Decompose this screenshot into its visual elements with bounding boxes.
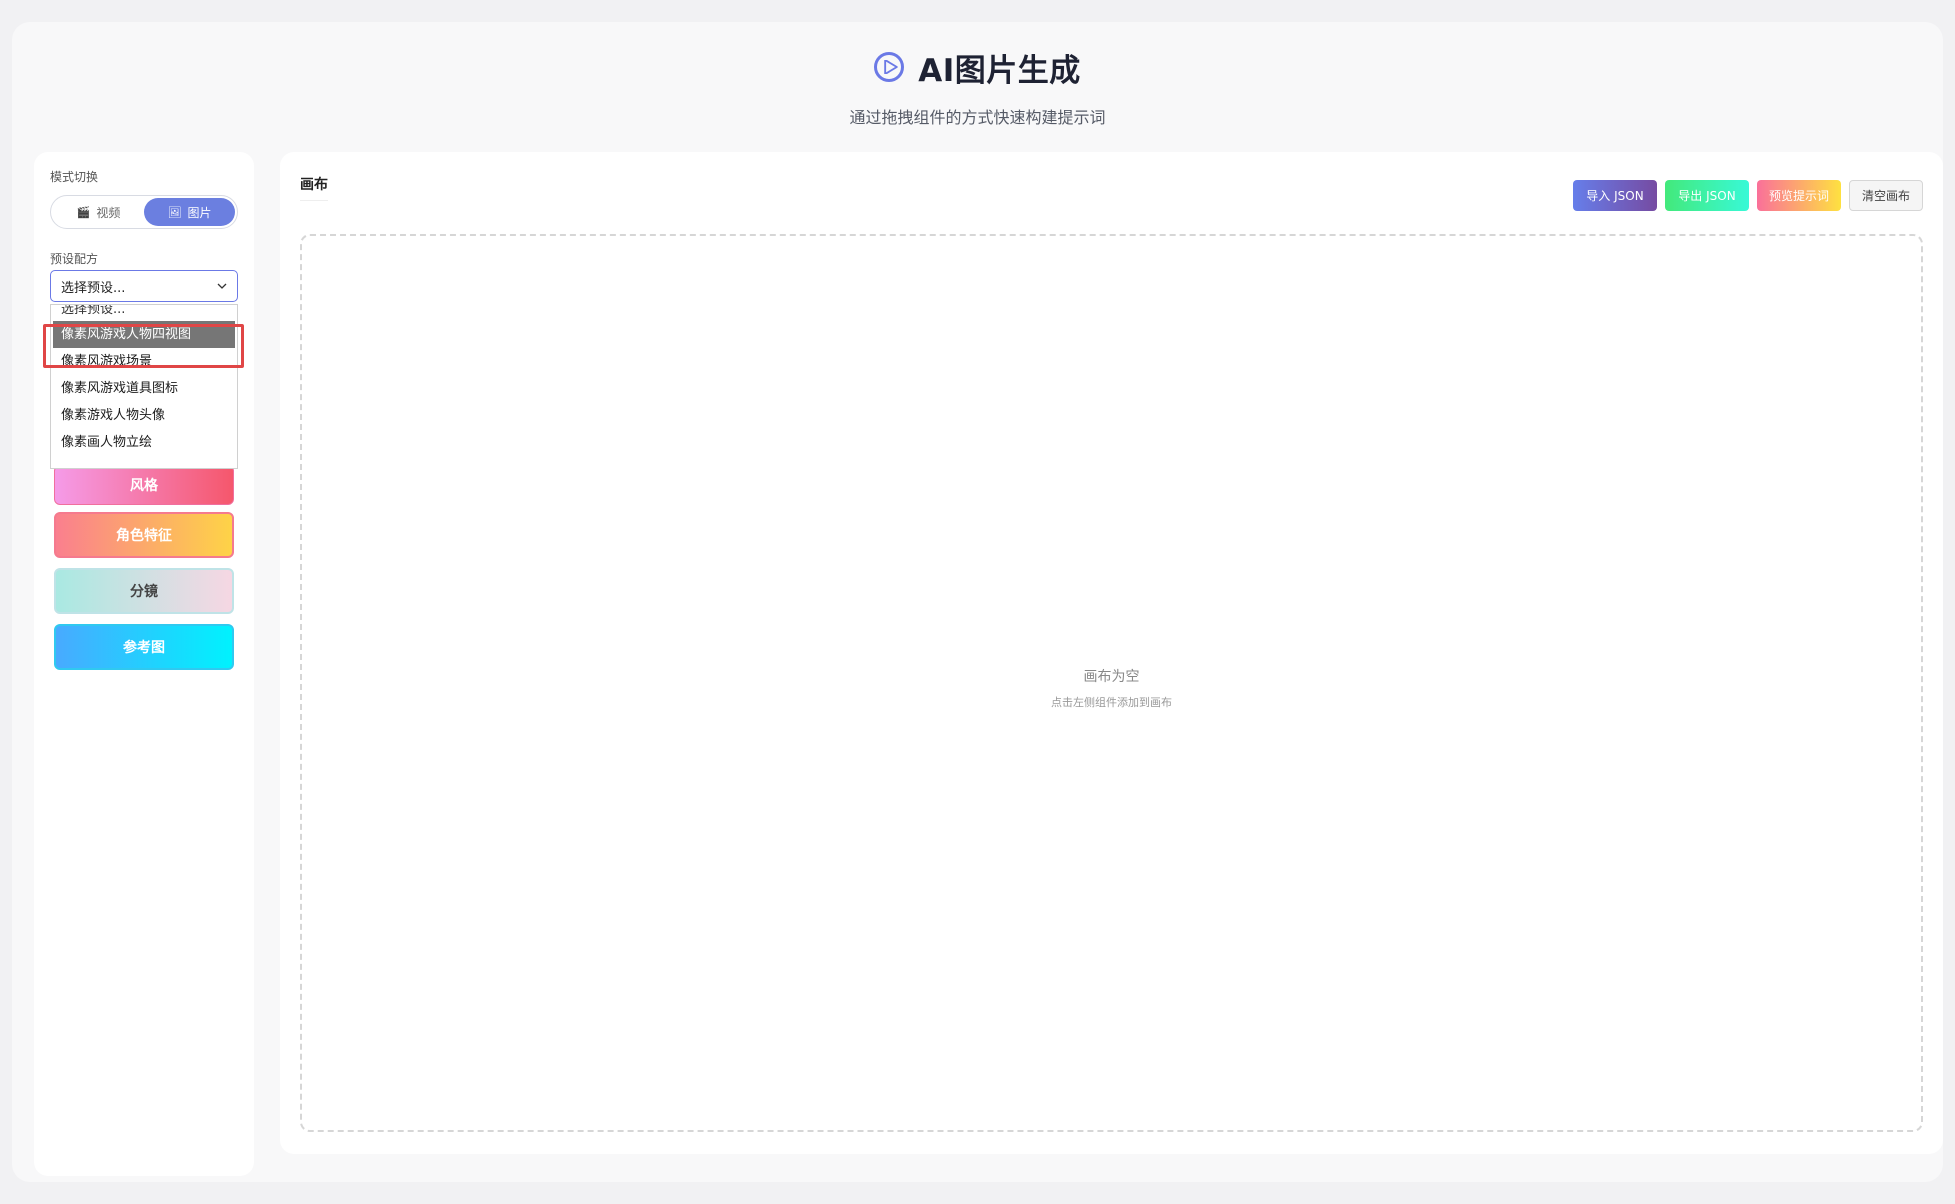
export-json-button[interactable]: 导出 JSON [1665, 180, 1749, 211]
clapper-icon: 🎬 [76, 205, 91, 219]
mode-image-option[interactable]: 🖼 图片 [144, 198, 235, 226]
preset-option[interactable]: 像素画人物立绘 [51, 429, 237, 456]
sidebar: 模式切换 🎬 视频 🖼 图片 预设配方 选择预设... 选择预设... 像素风游… [34, 152, 254, 1176]
preset-label: 预设配方 [50, 252, 99, 266]
preset-select[interactable]: 选择预设... [50, 270, 238, 302]
main-panel: 画布 导入 JSON 导出 JSON 预览提示词 清空画布 画布为空 点击左侧组… [280, 152, 1943, 1154]
mode-switch-label: 模式切换 [50, 170, 99, 184]
app-window: AI图片生成 通过拖拽组件的方式快速构建提示词 模式切换 🎬 视频 🖼 图片 预… [12, 22, 1943, 1182]
canvas-toolbar: 导入 JSON 导出 JSON 预览提示词 清空画布 [1573, 180, 1923, 211]
preset-option[interactable]: 像素游戏人物头像 [51, 402, 237, 429]
mode-video-label: 视频 [96, 205, 121, 220]
preset-option[interactable]: 选择预设... [51, 305, 237, 321]
canvas-title: 画布 [300, 174, 328, 201]
mode-toggle: 🎬 视频 🖼 图片 [50, 195, 238, 229]
canvas-empty-title: 画布为空 [1083, 669, 1140, 685]
component-storyboard-button[interactable]: 分镜 [54, 568, 234, 614]
component-reference-button[interactable]: 参考图 [54, 624, 234, 670]
component-character-button[interactable]: 角色特征 [54, 512, 234, 558]
canvas-drop-area[interactable]: 画布为空 点击左侧组件添加到画布 [300, 234, 1923, 1132]
chevron-down-icon [217, 283, 227, 289]
preset-select-value: 选择预设... [61, 280, 126, 296]
page-header: AI图片生成 通过拖拽组件的方式快速构建提示词 [12, 46, 1943, 146]
mode-image-label: 图片 [187, 205, 212, 220]
import-json-button[interactable]: 导入 JSON [1573, 180, 1657, 211]
image-icon: 🖼 [167, 205, 182, 219]
preset-option[interactable]: 像素风游戏道具图标 [51, 375, 237, 402]
clear-canvas-button[interactable]: 清空画布 [1849, 180, 1923, 211]
page-title: AI图片生成 [918, 52, 1081, 89]
play-circle-icon [874, 52, 905, 82]
page-subtitle: 通过拖拽组件的方式快速构建提示词 [849, 108, 1106, 127]
canvas-empty-hint: 点击左侧组件添加到画布 [1051, 696, 1172, 709]
mode-video-option[interactable]: 🎬 视频 [53, 198, 144, 226]
component-style-button[interactable]: 风格 [54, 465, 234, 505]
preset-dropdown-list: 选择预设... 像素风游戏人物四视图 像素风游戏场景 像素风游戏道具图标 像素游… [50, 304, 238, 469]
preview-prompt-button[interactable]: 预览提示词 [1757, 180, 1841, 211]
title-row: AI图片生成 [12, 46, 1943, 89]
preset-option-highlighted[interactable]: 像素风游戏人物四视图 [53, 321, 235, 348]
preset-option[interactable]: 像素风游戏场景 [51, 348, 237, 375]
